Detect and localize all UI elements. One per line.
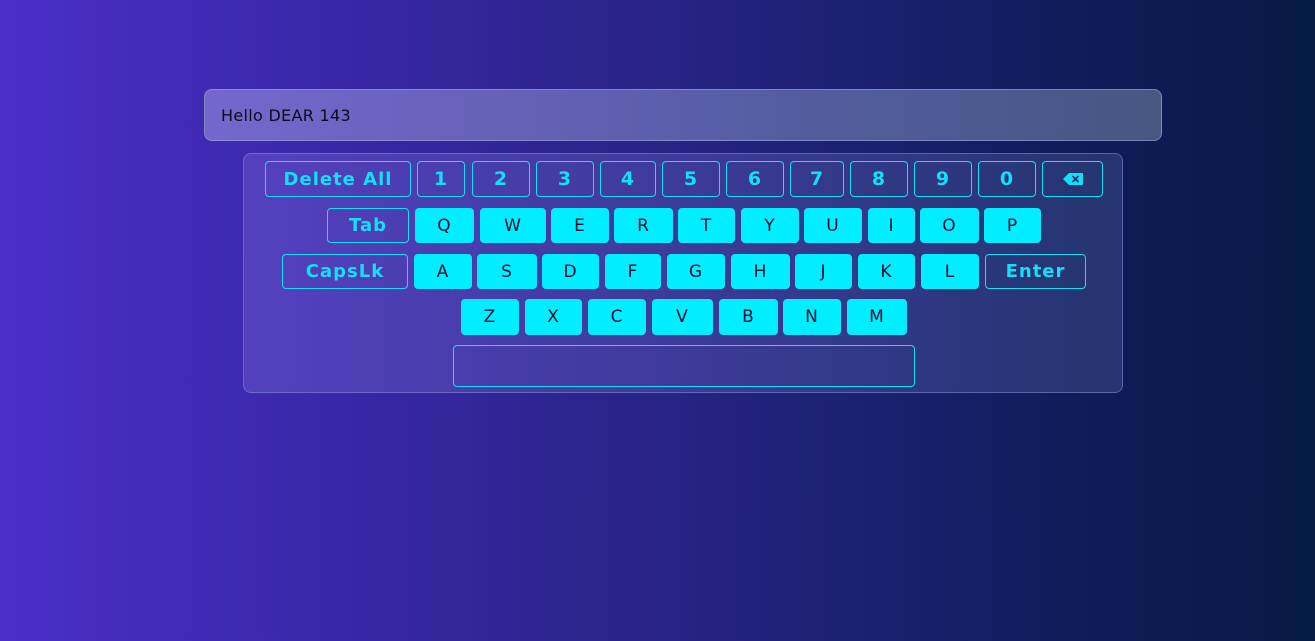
key-i[interactable]: I [868, 208, 915, 243]
enter-key[interactable]: Enter [985, 254, 1086, 289]
key-w[interactable]: W [480, 208, 546, 243]
key-d[interactable]: D [542, 254, 599, 289]
key-c[interactable]: C [588, 299, 646, 335]
key-5[interactable]: 5 [662, 161, 720, 197]
virtual-keyboard: Delete All 1 2 3 4 5 6 7 8 9 0 Tab Q W E… [243, 153, 1123, 393]
key-x[interactable]: X [525, 299, 582, 335]
key-g[interactable]: G [667, 254, 725, 289]
key-b[interactable]: B [719, 299, 778, 335]
key-2[interactable]: 2 [472, 161, 530, 197]
backspace-key[interactable] [1042, 161, 1103, 197]
key-m[interactable]: M [847, 299, 907, 335]
key-j[interactable]: J [795, 254, 852, 289]
capslock-key[interactable]: CapsLk [282, 254, 408, 289]
key-p[interactable]: P [984, 208, 1041, 243]
text-display[interactable]: Hello DEAR 143 [204, 89, 1162, 141]
key-r[interactable]: R [614, 208, 673, 243]
key-k[interactable]: K [858, 254, 915, 289]
key-s[interactable]: S [477, 254, 537, 289]
key-f[interactable]: F [605, 254, 661, 289]
key-v[interactable]: V [652, 299, 713, 335]
delete-all-key[interactable]: Delete All [265, 161, 411, 197]
key-y[interactable]: Y [741, 208, 799, 243]
key-9[interactable]: 9 [914, 161, 972, 197]
key-6[interactable]: 6 [726, 161, 784, 197]
key-h[interactable]: H [731, 254, 790, 289]
key-3[interactable]: 3 [536, 161, 594, 197]
key-1[interactable]: 1 [417, 161, 465, 197]
backspace-icon [1062, 173, 1083, 185]
key-t[interactable]: T [678, 208, 735, 243]
key-o[interactable]: O [920, 208, 979, 243]
tab-key[interactable]: Tab [327, 208, 409, 243]
key-z[interactable]: Z [461, 299, 519, 335]
key-7[interactable]: 7 [790, 161, 844, 197]
key-e[interactable]: E [551, 208, 609, 243]
space-key[interactable] [453, 345, 915, 387]
key-q[interactable]: Q [415, 208, 474, 243]
key-0[interactable]: 0 [978, 161, 1036, 197]
key-a[interactable]: A [414, 254, 472, 289]
key-u[interactable]: U [804, 208, 862, 243]
key-8[interactable]: 8 [850, 161, 908, 197]
key-n[interactable]: N [783, 299, 841, 335]
key-l[interactable]: L [921, 254, 979, 289]
key-4[interactable]: 4 [600, 161, 656, 197]
